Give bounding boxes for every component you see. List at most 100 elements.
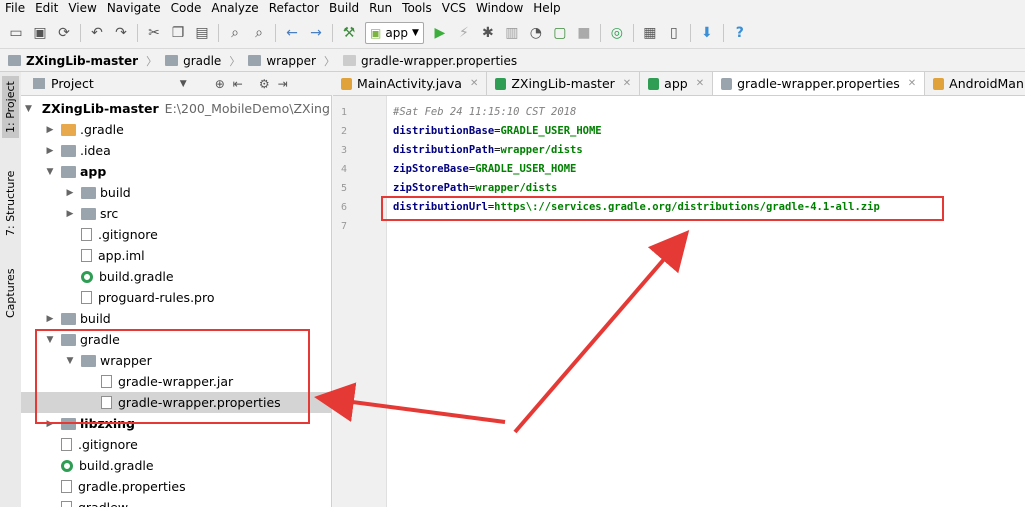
tree-item[interactable]: .gitignore [21, 224, 331, 245]
tree-item[interactable]: ▶ build [21, 182, 331, 203]
tree-item[interactable]: gradlew [21, 497, 331, 507]
code-editor[interactable]: #Sat Feb 24 11:15:10 CST 2018 distributio… [387, 96, 1025, 507]
chevron-down-icon[interactable]: ▼ [180, 79, 187, 89]
scroll-from-source-icon[interactable]: ⊕ [215, 77, 225, 91]
file-type-icon [648, 77, 660, 90]
menu-help[interactable]: Help [528, 0, 565, 17]
run-config-label: app [385, 25, 408, 40]
attach-debugger-icon[interactable]: ▢ [550, 23, 570, 43]
forward-icon[interactable]: → [306, 23, 326, 43]
gear-icon[interactable]: ⚙ [259, 77, 270, 91]
cut-icon[interactable]: ✂ [144, 23, 164, 43]
menu-code[interactable]: Code [166, 0, 207, 17]
menu-run[interactable]: Run [364, 0, 397, 17]
chevron-right-icon[interactable]: ▶ [45, 146, 55, 156]
folder-icon [248, 55, 262, 66]
tab-captures[interactable]: Captures [2, 262, 19, 324]
breadcrumb-item-project[interactable]: ZXingLib-master [6, 54, 140, 68]
menu-edit[interactable]: Edit [30, 0, 63, 17]
menu-build[interactable]: Build [324, 0, 364, 17]
tree-item[interactable]: ▼ ZXingLib-master E:\200_MobileDemo\ZXingL [21, 98, 331, 119]
tab-structure[interactable]: 7: Structure [2, 167, 19, 239]
close-icon[interactable]: ✕ [623, 78, 631, 89]
property-key: distributionPath [393, 144, 495, 156]
menu-vcs[interactable]: VCS [437, 0, 471, 17]
close-icon[interactable]: ✕ [470, 78, 478, 89]
chevron-down-icon[interactable]: ▼ [25, 104, 32, 114]
tree-item[interactable]: ▶ build [21, 308, 331, 329]
chevron-right-icon[interactable]: ▶ [65, 188, 75, 198]
avd-manager-icon[interactable]: ▯ [664, 23, 684, 43]
tree-item[interactable]: gradle.properties [21, 476, 331, 497]
chevron-right-icon[interactable]: ▶ [45, 314, 55, 324]
editor-tab[interactable]: MainActivity.java ✕ [333, 72, 488, 95]
apply-changes-icon[interactable]: ⚡ [454, 23, 474, 43]
editor-tab[interactable]: ZXingLib-master ✕ [487, 72, 641, 95]
property-value: GRADLE_USER_HOME [500, 125, 602, 137]
menu-navigate[interactable]: Navigate [102, 0, 166, 17]
tree-item[interactable]: .gitignore [21, 434, 331, 455]
menu-tools[interactable]: Tools [397, 0, 437, 17]
coverage-icon[interactable]: ▥ [502, 23, 522, 43]
editor-tab[interactable]: app ✕ [640, 72, 714, 95]
sync-icon[interactable]: ⟳ [54, 23, 74, 43]
open-folder-icon[interactable]: ▭ [6, 23, 26, 43]
chevron-right-icon[interactable]: ▶ [45, 125, 55, 135]
tree-item[interactable]: proguard-rules.pro [21, 287, 331, 308]
project-view-selector[interactable]: Project [51, 76, 94, 91]
file-icon [81, 249, 92, 262]
toolbar-divider [332, 23, 333, 42]
tree-item-label: proguard-rules.pro [98, 290, 215, 305]
hide-panel-icon[interactable]: ⇥ [278, 77, 288, 91]
close-icon[interactable]: ✕ [908, 78, 916, 89]
tab-project[interactable]: 1: Project [2, 76, 19, 138]
make-project-icon[interactable]: ⚒ [339, 23, 359, 43]
tree-item-label: build [100, 185, 131, 200]
tree-item[interactable]: build.gradle [21, 455, 331, 476]
folder-icon [81, 186, 96, 199]
breadcrumb-item-file[interactable]: gradle-wrapper.properties [341, 54, 519, 68]
sdk-manager-icon[interactable]: ⬇ [697, 23, 717, 43]
toolbar-divider [80, 23, 81, 42]
editor-tab[interactable]: gradle-wrapper.properties ✕ [713, 72, 926, 95]
replace-icon[interactable]: ⌕ [249, 23, 269, 43]
redo-icon[interactable]: ↷ [111, 23, 131, 43]
tree-item[interactable]: ▶ .gradle [21, 119, 331, 140]
menu-view[interactable]: View [63, 0, 101, 17]
find-icon[interactable]: ⌕ [225, 23, 245, 43]
tree-item[interactable]: build.gradle [21, 266, 331, 287]
run-icon[interactable]: ▶ [430, 23, 450, 43]
main-toolbar: ▭ ▣ ⟳ ↶ ↷ ✂ ❐ ▤ ⌕ ⌕ ← → ⚒ ▣ app ▼ ▶ ⚡ ✱ … [0, 17, 1025, 49]
line-number-gutter: 1 2 3 4 5 6 7 [333, 96, 387, 507]
collapse-all-icon[interactable]: ⇤ [233, 77, 243, 91]
help-icon[interactable]: ? [730, 23, 750, 43]
stop-icon[interactable]: ■ [574, 23, 594, 43]
tree-item[interactable]: app.iml [21, 245, 331, 266]
project-structure-icon[interactable]: ▦ [640, 23, 660, 43]
copy-icon[interactable]: ❐ [168, 23, 188, 43]
menu-window[interactable]: Window [471, 0, 528, 17]
close-icon[interactable]: ✕ [696, 78, 704, 89]
tree-item[interactable]: ▼ app [21, 161, 331, 182]
back-icon[interactable]: ← [282, 23, 302, 43]
menu-refactor[interactable]: Refactor [264, 0, 324, 17]
save-icon[interactable]: ▣ [30, 23, 50, 43]
property-key: zipStoreBase [393, 163, 469, 175]
toolbar-divider [137, 23, 138, 42]
tree-item[interactable]: ▶ src [21, 203, 331, 224]
debug-icon[interactable]: ✱ [478, 23, 498, 43]
tree-item[interactable]: ▶ .idea [21, 140, 331, 161]
breadcrumb-item-gradle[interactable]: gradle [163, 54, 223, 68]
run-configuration-select[interactable]: ▣ app ▼ [365, 21, 424, 44]
editor-tab[interactable]: AndroidManifest [925, 72, 1025, 95]
chevron-down-icon[interactable]: ▼ [45, 167, 55, 177]
menu-analyze[interactable]: Analyze [206, 0, 263, 17]
paste-icon[interactable]: ▤ [192, 23, 212, 43]
breadcrumb-item-wrapper[interactable]: wrapper [246, 54, 318, 68]
gradle-sync-icon[interactable]: ◎ [607, 23, 627, 43]
undo-icon[interactable]: ↶ [87, 23, 107, 43]
chevron-right-icon[interactable]: ▶ [65, 209, 75, 219]
annotation-box-distribution-url [381, 196, 944, 221]
profile-icon[interactable]: ◔ [526, 23, 546, 43]
menu-file[interactable]: File [0, 0, 30, 17]
